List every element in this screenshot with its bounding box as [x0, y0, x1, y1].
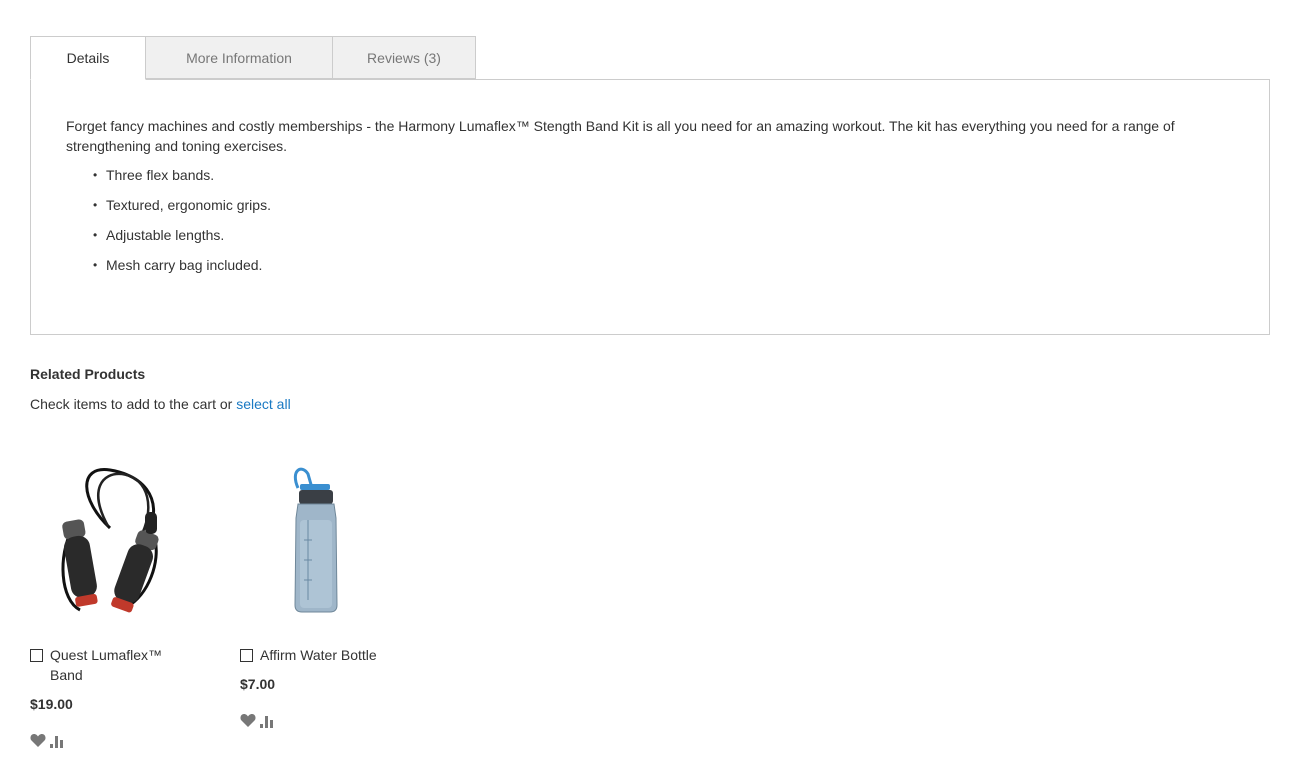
add-to-cart-checkbox[interactable]	[240, 649, 253, 662]
select-all-link[interactable]: select all	[236, 396, 290, 412]
feature-item: • Three flex bands.	[93, 166, 271, 196]
bullet-icon: •	[93, 198, 98, 212]
feature-item: • Mesh carry bag included.	[93, 256, 271, 286]
details-panel: Forget fancy machines and costly members…	[30, 79, 1270, 335]
water-bottle-image[interactable]	[240, 460, 410, 630]
feature-text: Adjustable lengths.	[106, 227, 225, 243]
product-name-link[interactable]: Affirm Water Bottle	[260, 645, 430, 665]
feature-list: • Three flex bands. • Textured, ergonomic …	[93, 166, 271, 286]
check-items-label: Check items to add to the cart or	[30, 396, 237, 412]
tab-details[interactable]: Details	[30, 36, 146, 80]
feature-item: • Textured, ergonomic grips.	[93, 196, 271, 226]
product-name-link[interactable]: Quest Lumaflex™ Band	[50, 645, 190, 685]
compare-icon[interactable]	[50, 734, 66, 748]
heart-icon[interactable]	[240, 713, 256, 728]
tab-reviews[interactable]: Reviews (3)	[332, 36, 476, 79]
heart-icon[interactable]	[30, 733, 46, 748]
jump-rope-band-image[interactable]	[30, 460, 200, 630]
related-products-title: Related Products	[30, 366, 146, 382]
feature-text: Three flex bands.	[106, 167, 215, 183]
feature-text: Mesh carry bag included.	[106, 257, 263, 273]
add-to-cart-checkbox[interactable]	[30, 649, 43, 662]
product-price: $19.00	[30, 696, 73, 712]
bullet-icon: •	[93, 258, 98, 272]
product-description: Forget fancy machines and costly members…	[66, 118, 1175, 154]
bullet-icon: •	[93, 228, 98, 242]
feature-item: • Adjustable lengths.	[93, 226, 271, 256]
check-items-text: Check items to add to the cart or select…	[30, 396, 291, 412]
tab-more-information[interactable]: More Information	[145, 36, 333, 79]
product-price: $7.00	[240, 676, 276, 692]
bullet-icon: •	[93, 168, 98, 182]
compare-icon[interactable]	[260, 714, 276, 728]
feature-text: Textured, ergonomic grips.	[106, 197, 271, 213]
